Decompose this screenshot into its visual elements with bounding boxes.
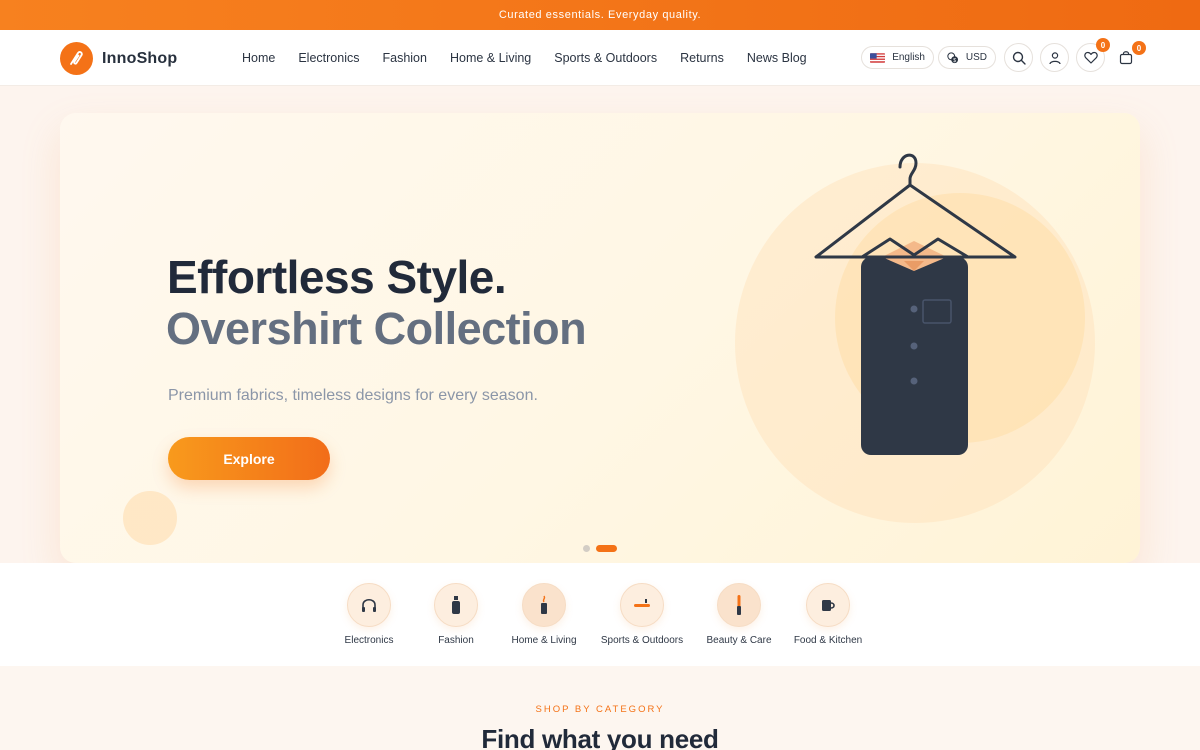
category-strip: Electronics Fashion Home & Living Sports — [0, 563, 1200, 666]
main-nav: Home Electronics Fashion Home & Living S… — [242, 30, 830, 86]
nav-returns[interactable]: Returns — [680, 51, 724, 65]
category-label: Food & Kitchen — [793, 635, 863, 646]
section-eyebrow: SHOP BY CATEGORY — [535, 704, 665, 715]
wishlist-button[interactable]: 0 — [1076, 38, 1110, 72]
category-thumbnail — [806, 583, 850, 627]
hero-decor-circle — [123, 491, 177, 545]
hero-description: Premium fabrics, timeless designs for ev… — [168, 387, 538, 404]
cart-count-badge: 0 — [1132, 41, 1146, 55]
candle-icon — [541, 595, 547, 614]
user-icon — [1048, 51, 1061, 64]
explore-button[interactable]: Explore — [168, 437, 330, 480]
search-icon — [1012, 51, 1026, 65]
us-flag-icon — [870, 52, 886, 63]
nav-news-blog[interactable]: News Blog — [747, 51, 807, 65]
category-home-living[interactable]: Home & Living — [489, 583, 599, 646]
brand-logo[interactable]: InnoShop — [60, 42, 177, 75]
currency-selector[interactable]: $ USD — [938, 46, 996, 69]
hero-title: Effortless Style. — [167, 251, 507, 303]
heart-icon — [1083, 51, 1098, 64]
brand-name: InnoShop — [102, 49, 178, 67]
overshirt-hanger-illustration — [814, 153, 1017, 455]
nav-electronics[interactable]: Electronics — [298, 51, 359, 65]
announcement-bar: Curated essentials. Everyday quality. — [0, 0, 1200, 30]
mug-icon — [822, 600, 835, 611]
category-thumbnail — [522, 583, 566, 627]
nav-home-living[interactable]: Home & Living — [450, 51, 531, 65]
bat-icon — [634, 599, 650, 607]
slide-dot-2-active[interactable] — [596, 545, 617, 552]
hero-subtitle: Overshirt Collection — [166, 303, 587, 354]
hero-slider: Effortless Style. Overshirt Collection P… — [60, 113, 1140, 563]
logo-icon — [60, 42, 93, 75]
wishlist-count-badge: 0 — [1096, 38, 1110, 52]
bottle-icon — [452, 596, 460, 614]
coins-icon: $ — [947, 51, 959, 63]
search-button[interactable] — [1004, 43, 1033, 72]
category-thumbnail — [717, 583, 761, 627]
site-header: InnoShop Home Electronics Fashion Home &… — [0, 30, 1200, 86]
category-label: Sports & Outdoors — [600, 635, 684, 646]
category-label: Home & Living — [511, 635, 577, 646]
category-label: Beauty & Care — [706, 635, 772, 646]
category-sports-outdoors[interactable]: Sports & Outdoors — [587, 583, 697, 646]
language-label: English — [892, 52, 925, 63]
section-title: Find what you need — [481, 724, 719, 750]
category-label: Fashion — [438, 635, 474, 646]
slider-pagination — [583, 545, 623, 552]
nav-home[interactable]: Home — [242, 51, 275, 65]
category-food-kitchen[interactable]: Food & Kitchen — [773, 583, 883, 646]
category-thumbnail — [434, 583, 478, 627]
slide-dot-1[interactable] — [583, 545, 590, 552]
announcement-text: Curated essentials. Everyday quality. — [498, 9, 702, 21]
cart-button[interactable]: 0 — [1114, 41, 1146, 72]
language-selector[interactable]: English — [861, 46, 934, 69]
svg-text:$: $ — [953, 57, 956, 63]
headphones-icon — [362, 598, 376, 612]
category-label: Electronics — [344, 635, 394, 646]
brush-icon — [737, 595, 741, 615]
currency-label: USD — [965, 52, 987, 63]
category-thumbnail — [620, 583, 664, 627]
account-button[interactable] — [1040, 43, 1069, 72]
nav-sports-outdoors[interactable]: Sports & Outdoors — [554, 51, 657, 65]
category-thumbnail — [347, 583, 391, 627]
nav-fashion[interactable]: Fashion — [382, 51, 426, 65]
shop-by-category-section: SHOP BY CATEGORY Find what you need — [0, 666, 1200, 750]
shopping-bag-icon — [1119, 51, 1133, 65]
